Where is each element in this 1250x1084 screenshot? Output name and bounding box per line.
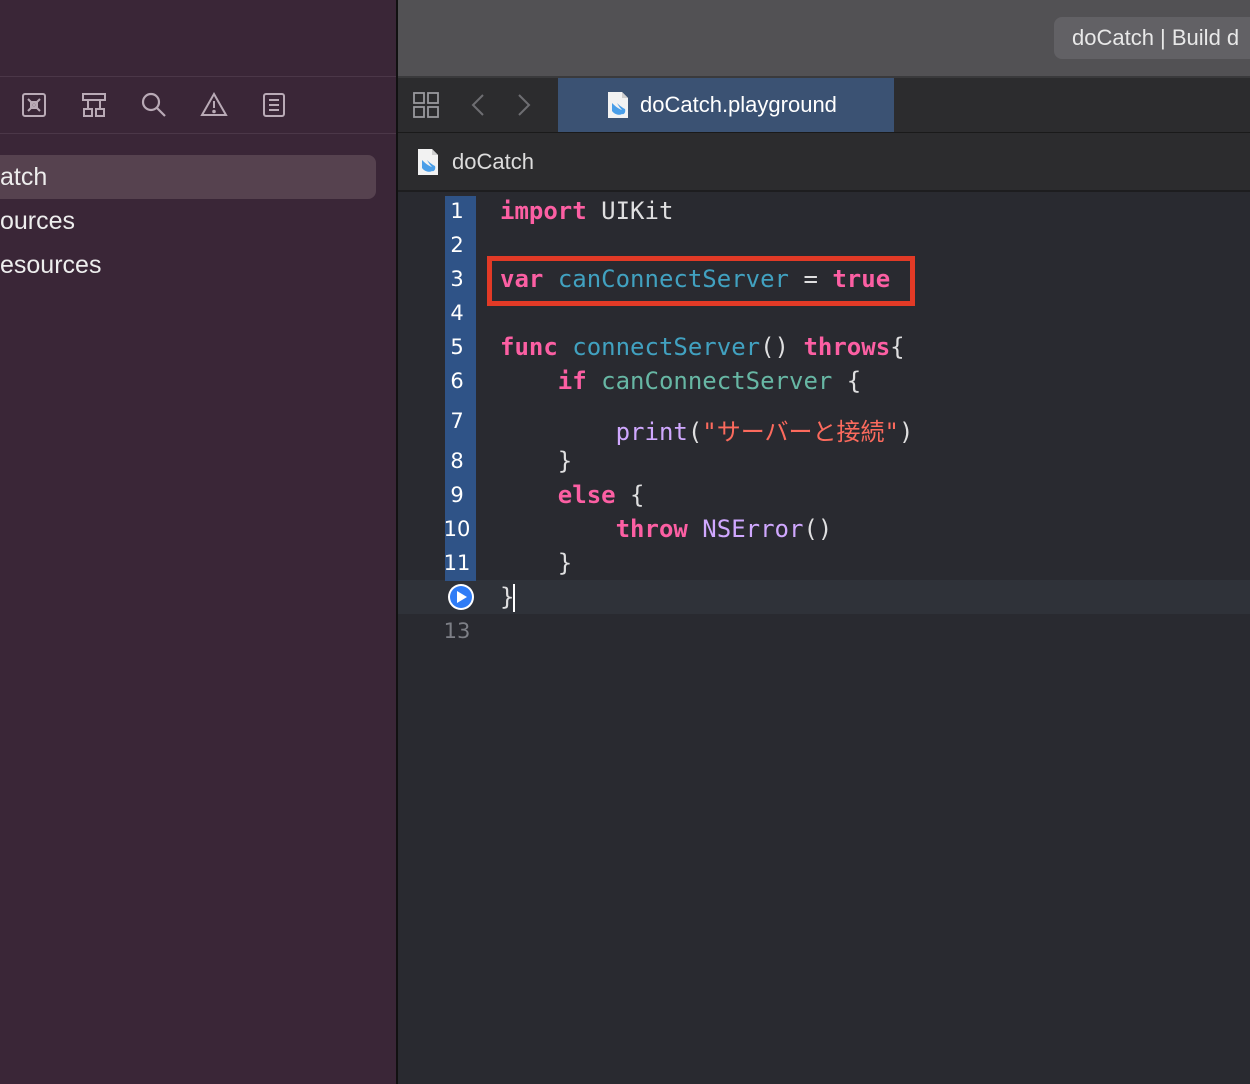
current-line-highlight [398, 580, 1250, 614]
line-number[interactable]: 9 [438, 483, 476, 507]
token-keyword: import [500, 197, 587, 225]
token-identifier: canConnectServer [601, 367, 833, 395]
token-keyword: if [557, 367, 587, 395]
token-type: NSError [702, 515, 804, 543]
token-function: connectServer [572, 333, 761, 361]
token-keyword: throw [615, 515, 688, 543]
token-identifier: UIKit [601, 197, 674, 225]
code-line[interactable]: } [500, 549, 572, 577]
search-icon[interactable] [139, 90, 169, 120]
code-line[interactable]: if canConnectServer { [500, 367, 861, 395]
activity-status: doCatch | Build d [1054, 17, 1250, 59]
report-icon[interactable] [259, 90, 289, 120]
sidebar-item-label: atch [0, 163, 48, 191]
tab-label: doCatch.playground [640, 92, 837, 117]
issue-icon[interactable] [199, 90, 229, 120]
code-line[interactable]: throw NSError() [500, 515, 833, 543]
sidebar-titlebar [0, 0, 396, 76]
line-number[interactable]: 13 [438, 619, 476, 643]
hierarchy-icon[interactable] [79, 90, 109, 120]
code-line[interactable]: func connectServer() throws{ [500, 333, 905, 361]
navigator-sidebar: atch ources esources [0, 0, 396, 1084]
token-keyword: throws [803, 333, 891, 361]
swift-file-icon [418, 149, 438, 175]
forward-icon[interactable] [508, 90, 538, 120]
navigator-tabs [0, 77, 396, 133]
line-number[interactable]: 7 [438, 409, 476, 433]
line-number[interactable]: 6 [438, 369, 476, 393]
line-number[interactable]: 4 [438, 301, 476, 325]
token-keyword: else [557, 481, 616, 509]
code-line[interactable]: print("サーバーと接続") [500, 412, 914, 447]
back-icon[interactable] [464, 90, 494, 120]
sidebar-item-label: esources [0, 251, 102, 279]
sidebar-divider [0, 133, 396, 134]
line-number[interactable]: 3 [438, 267, 476, 291]
jump-bar-item-docatch[interactable]: doCatch [452, 133, 534, 190]
line-number[interactable]: 1 [438, 199, 476, 223]
line-number[interactable]: 11 [438, 551, 476, 575]
related-items-icon[interactable] [411, 90, 441, 120]
sidebar-item-sources[interactable]: ources [0, 199, 376, 243]
jumpbar-divider [398, 190, 1250, 192]
code-line[interactable]: else { [500, 481, 645, 509]
line-number[interactable]: 5 [438, 335, 476, 359]
run-line-icon[interactable] [446, 583, 476, 611]
sidebar-item-resources[interactable]: esources [0, 243, 376, 287]
swift-file-icon [608, 92, 628, 118]
line-number[interactable]: 10 [438, 517, 476, 541]
files-icon[interactable] [19, 90, 49, 120]
code-line[interactable]: import UIKit [500, 197, 673, 225]
code-line[interactable]: } [500, 447, 572, 475]
annotation-highlight-box [487, 256, 915, 306]
line-number[interactable]: 2 [438, 233, 476, 257]
line-number[interactable]: 8 [438, 449, 476, 473]
token-string: "サーバーと接続" [702, 418, 899, 446]
token-function: print [615, 418, 688, 446]
token-keyword: func [500, 333, 558, 361]
sidebar-item-label: ources [0, 207, 76, 235]
sidebar-item-docatch[interactable]: atch [0, 155, 376, 199]
text-cursor [513, 584, 515, 612]
